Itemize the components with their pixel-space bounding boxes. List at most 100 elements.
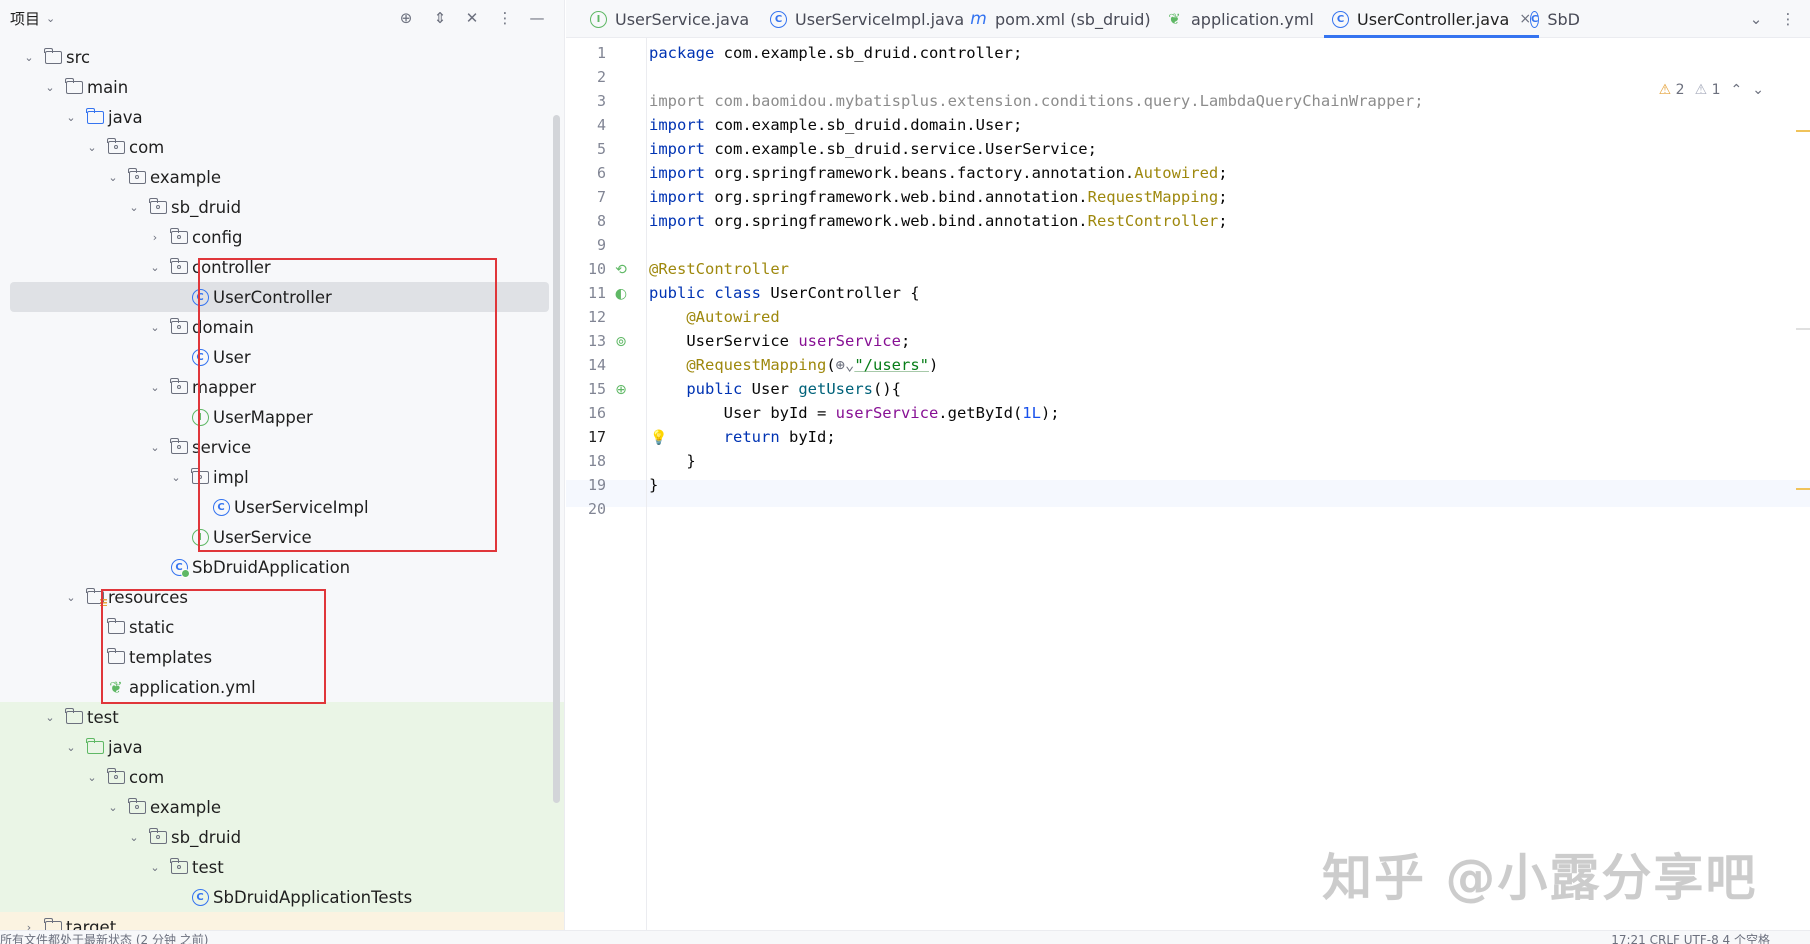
minimize-icon[interactable]: — xyxy=(527,8,547,28)
error-stripe-marker[interactable] xyxy=(1796,488,1810,490)
tree-node[interactable]: ⌄ java xyxy=(0,102,564,132)
chevron-down-icon[interactable]: ⌄ xyxy=(64,741,78,754)
tree-node[interactable]: ⌄ test xyxy=(0,702,564,732)
tree-node[interactable]: I UserMapper xyxy=(0,402,564,432)
spring-bean-icon[interactable]: ⟲ xyxy=(612,261,630,279)
line-number[interactable]: 2 xyxy=(566,68,606,86)
code-line[interactable]: } xyxy=(649,448,695,475)
status-widgets[interactable]: 17:21 CRLF UTF-8 4 个空格 xyxy=(1611,931,1770,944)
tree-node[interactable]: C SbDruidApplication xyxy=(0,552,564,582)
code-line[interactable]: UserService userService; xyxy=(649,328,910,355)
tree-node[interactable]: I UserService xyxy=(0,522,564,552)
project-scrollbar[interactable] xyxy=(553,115,560,803)
code-line[interactable]: import org.springframework.web.bind.anno… xyxy=(649,184,1228,211)
more-options-icon[interactable]: ⋮ xyxy=(1778,9,1798,29)
tree-node[interactable]: ⌄ example xyxy=(0,792,564,822)
error-stripe-marker[interactable] xyxy=(1796,130,1810,132)
previous-problem-icon[interactable]: ⌃ xyxy=(1731,82,1743,98)
tree-node[interactable]: ⌄ example xyxy=(0,162,564,192)
line-number[interactable]: 5 xyxy=(566,140,606,158)
code-line[interactable]: public User getUsers(){ xyxy=(649,376,901,403)
line-number[interactable]: 14 xyxy=(566,356,606,374)
tree-node[interactable]: ⌄ test xyxy=(0,852,564,882)
tree-node[interactable]: ⌄ resources xyxy=(0,582,564,612)
chevron-down-icon[interactable]: ⌄ xyxy=(127,831,141,844)
tree-node[interactable]: ⌄ java xyxy=(0,732,564,762)
tree-node[interactable]: C User xyxy=(0,342,564,372)
tree-node[interactable]: ⌄ impl xyxy=(0,462,564,492)
line-number[interactable]: 13 xyxy=(566,332,606,350)
tree-node[interactable]: ⌄ domain xyxy=(0,312,564,342)
line-number[interactable]: 8 xyxy=(566,212,606,230)
more-options-icon[interactable]: ⋮ xyxy=(495,8,515,28)
line-number[interactable]: 18 xyxy=(566,452,606,470)
chevron-down-icon[interactable]: ⌄ xyxy=(148,861,162,874)
line-number[interactable]: 6 xyxy=(566,164,606,182)
tree-node[interactable]: › config xyxy=(0,222,564,252)
line-number[interactable]: 10 xyxy=(566,260,606,278)
code-line[interactable]: @RequestMapping(⊕⌄"/users") xyxy=(649,352,938,379)
chevron-down-icon[interactable]: ⌄ xyxy=(148,261,162,274)
code-line[interactable]: public class UserController { xyxy=(649,280,920,307)
code-line[interactable]: import org.springframework.beans.factory… xyxy=(649,160,1228,187)
spring-bean-icon[interactable]: ◐ xyxy=(612,285,630,303)
editor-tab[interactable]: I UserService.java xyxy=(582,0,757,38)
code-line[interactable]: User byId = userService.getById(1L); xyxy=(649,400,1060,427)
editor-tab[interactable]: C UserController.java × xyxy=(1324,0,1540,38)
code-line[interactable]: import com.example.sb_druid.service.User… xyxy=(649,136,1097,163)
editor-tab[interactable]: m pom.xml (sb_druid) xyxy=(962,0,1159,38)
line-number[interactable]: 15 xyxy=(566,380,606,398)
chevron-down-icon[interactable]: ⌄ xyxy=(43,81,57,94)
line-number[interactable]: 7 xyxy=(566,188,606,206)
line-number[interactable]: 20 xyxy=(566,500,606,518)
project-view-selector[interactable]: 项目 xyxy=(10,8,40,29)
chevron-down-icon[interactable]: ⌄ xyxy=(43,711,57,724)
tree-node[interactable]: ⌄ com xyxy=(0,762,564,792)
tree-node[interactable]: ⌄ sb_druid xyxy=(0,192,564,222)
line-number[interactable]: 17 xyxy=(566,428,606,446)
chevron-down-icon[interactable]: ⌄ xyxy=(46,12,55,25)
autowired-icon[interactable]: ⊚ xyxy=(612,333,630,351)
editor-tab[interactable]: ❦ application.yml xyxy=(1158,0,1322,38)
code-line[interactable]: return byId; xyxy=(649,424,836,451)
tree-node[interactable]: ⌄ controller xyxy=(0,252,564,282)
locate-icon[interactable]: ⊕ xyxy=(396,8,416,28)
code-line[interactable]: import com.example.sb_druid.domain.User; xyxy=(649,112,1022,139)
line-number[interactable]: 9 xyxy=(566,236,606,254)
web-endpoint-icon[interactable]: ⊕ xyxy=(612,381,630,399)
code-line[interactable]: } xyxy=(649,472,658,499)
tree-node[interactable]: ⌄ src xyxy=(0,42,564,72)
chevron-down-icon[interactable]: ⌄ xyxy=(148,381,162,394)
tree-node[interactable]: ⌄ mapper xyxy=(0,372,564,402)
status-message[interactable]: 所有文件都处于最新状态 (2 分钟 之前) xyxy=(0,931,208,944)
tree-node[interactable]: static xyxy=(0,612,564,642)
chevron-down-icon[interactable]: ⌄ xyxy=(106,171,120,184)
line-number[interactable]: 1 xyxy=(566,44,606,62)
chevron-down-icon[interactable]: ⌄ xyxy=(106,801,120,814)
chevron-down-icon[interactable]: ⌄ xyxy=(85,141,99,154)
tree-node[interactable]: C UserController xyxy=(10,282,549,312)
tree-node[interactable]: templates xyxy=(0,642,564,672)
inspection-widget[interactable]: ⚠ 2 ⚠ 1 ⌃ ⌄ xyxy=(1659,82,1764,98)
code-line[interactable]: import org.springframework.web.bind.anno… xyxy=(649,208,1228,235)
expand-all-icon[interactable]: ⇕ xyxy=(430,8,450,28)
chevron-down-icon[interactable]: ⌄ xyxy=(169,471,183,484)
editor-tab[interactable]: C SbD xyxy=(1522,0,1580,38)
tree-node[interactable]: ⌄ main xyxy=(0,72,564,102)
line-number[interactable]: 16 xyxy=(566,404,606,422)
line-number[interactable]: 11 xyxy=(566,284,606,302)
tree-node[interactable]: ⌄ service xyxy=(0,432,564,462)
chevron-down-icon[interactable]: ⌄ xyxy=(64,591,78,604)
code-line[interactable]: @RestController xyxy=(649,256,789,283)
chevron-down-icon[interactable]: ⌄ xyxy=(148,441,162,454)
tab-list-dropdown-icon[interactable]: ⌄ xyxy=(1746,9,1766,29)
collapse-all-icon[interactable]: ✕ xyxy=(462,8,482,28)
chevron-down-icon[interactable]: ⌄ xyxy=(64,111,78,124)
tree-node[interactable]: ⌄ com xyxy=(0,132,564,162)
next-problem-icon[interactable]: ⌄ xyxy=(1752,82,1764,98)
tree-node[interactable]: ❦ application.yml xyxy=(0,672,564,702)
editor-tab[interactable]: C UserServiceImpl.java xyxy=(762,0,972,38)
code-editor[interactable]: 1 2 3 4 5 6 7 8 9 10 11 12 13 14 15 16 17 18 19 20 ⟲ ◐ ⊚ ⊕ 💡 pac… xyxy=(566,38,1810,930)
chevron-down-icon[interactable]: ⌄ xyxy=(127,201,141,214)
code-line[interactable]: package com.example.sb_druid.controller; xyxy=(649,40,1022,67)
